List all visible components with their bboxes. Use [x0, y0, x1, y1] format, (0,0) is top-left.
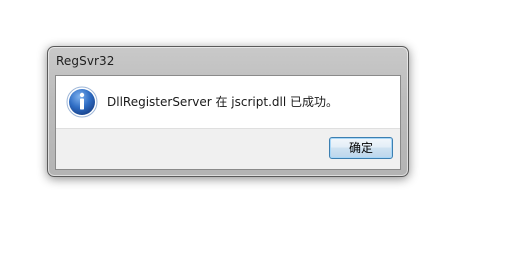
button-bar: 确定	[56, 128, 400, 169]
desktop-background: RegSvr32 DllRegisterServer 在 jscript.dll…	[0, 0, 522, 260]
message-dialog: RegSvr32 DllRegisterServer 在 jscript.dll…	[47, 46, 409, 177]
title-bar[interactable]: RegSvr32	[48, 47, 408, 75]
dialog-body: DllRegisterServer 在 jscript.dll 已成功。 确定	[55, 75, 401, 170]
window-title: RegSvr32	[56, 54, 115, 68]
message-panel: DllRegisterServer 在 jscript.dll 已成功。	[56, 76, 400, 128]
message-text: DllRegisterServer 在 jscript.dll 已成功。	[107, 95, 338, 109]
information-icon	[66, 86, 98, 118]
ok-button[interactable]: 确定	[329, 137, 393, 159]
